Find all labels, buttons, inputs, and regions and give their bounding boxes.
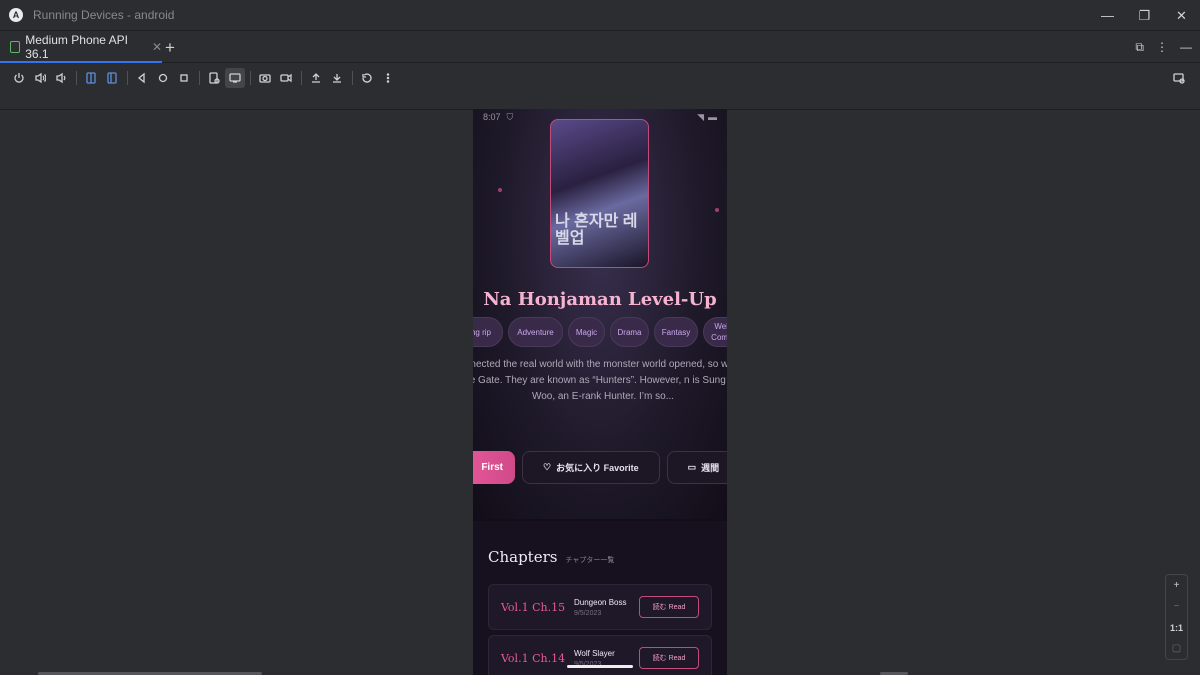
back-icon[interactable]	[132, 68, 152, 88]
weekly-button[interactable]: ▭ 週間	[666, 451, 727, 484]
chapter-date: 9/5/2023	[574, 609, 602, 617]
wifi-icon: ◥	[697, 111, 704, 122]
reset-icon[interactable]	[357, 68, 377, 88]
tab-label: Medium Phone API 36.1	[25, 32, 128, 61]
tab-medium-phone[interactable]: Medium Phone API 36.1 ✕	[0, 32, 162, 63]
chapters-section: Chapters チャプター一覧 Vol.1 Ch.15 Dungeon Bos…	[473, 521, 727, 675]
phone-device-icon	[10, 40, 21, 53]
volume-down-icon[interactable]	[51, 68, 71, 88]
device-toolbar	[0, 64, 1200, 91]
device-mirroring-icon[interactable]	[1169, 68, 1189, 88]
genre-chip[interactable]: Fantasy	[654, 317, 698, 347]
layout-icon[interactable]: ⧉	[1135, 40, 1144, 55]
title-bar: A Running Devices - android — ❐ ✕	[0, 0, 1200, 31]
genre-chip[interactable]: ng rip	[473, 317, 503, 347]
toolbar-divider	[301, 70, 302, 85]
decorative-dot	[498, 188, 502, 192]
read-first-button[interactable]: First	[473, 451, 515, 484]
hide-panel-icon[interactable]: —	[1180, 40, 1192, 55]
camera-icon[interactable]	[255, 68, 275, 88]
weekly-label: 週間	[701, 463, 720, 473]
android-studio-logo-icon: A	[9, 8, 23, 22]
zoom-in-button[interactable]: +	[1174, 580, 1180, 591]
more-icon[interactable]	[378, 68, 398, 88]
chapters-title: Chapters	[488, 548, 558, 566]
decorative-dot	[715, 208, 719, 212]
device-tab-bar: Medium Phone API 36.1 ✕ + ⧉ ⋮ —	[0, 32, 1200, 63]
window-title: Running Devices - android	[33, 8, 175, 22]
power-icon[interactable]	[9, 68, 29, 88]
chapter-name: Dungeon Boss	[574, 597, 627, 607]
volume-up-icon[interactable]	[30, 68, 50, 88]
action-buttons: First ♡ お気に入り Favorite ▭ 週間	[473, 451, 727, 484]
download-icon[interactable]	[327, 68, 347, 88]
chapter-number: Vol.1 Ch.14	[501, 651, 566, 665]
toolbar-divider	[127, 70, 128, 85]
minimize-button[interactable]: —	[1089, 0, 1126, 31]
shield-icon: ⛉	[506, 111, 514, 122]
overview-icon[interactable]	[174, 68, 194, 88]
zoom-out-button[interactable]: −	[1174, 601, 1180, 612]
manga-cover-image[interactable]: 나 혼자만 레벨업	[550, 119, 649, 268]
toolbar-divider	[199, 70, 200, 85]
genre-chip[interactable]: Adventure	[508, 317, 563, 347]
add-device-button[interactable]: +	[165, 38, 175, 58]
chapter-row[interactable]: Vol.1 Ch.15 Dungeon Boss 9/5/2023 読む Rea…	[488, 584, 712, 630]
device-settings-icon[interactable]	[204, 68, 224, 88]
cover-title-text: 나 혼자만 레벨업	[555, 213, 638, 247]
read-chapter-button[interactable]: 読む Read	[639, 647, 699, 669]
zoom-controls: + − 1:1 ▢	[1165, 574, 1188, 660]
chapter-name: Wolf Slayer	[574, 648, 615, 658]
fit-screen-icon[interactable]: ▢	[1172, 643, 1181, 654]
toolbar-divider	[76, 70, 77, 85]
read-chapter-button[interactable]: 読む Read	[639, 596, 699, 618]
status-time: 8:07	[483, 112, 501, 122]
genre-chip[interactable]: Drama	[610, 317, 649, 347]
chapter-row[interactable]: Vol.1 Ch.14 Wolf Slayer 9/5/2023 読む Read	[488, 635, 712, 675]
chapters-subtitle: チャプター一覧	[565, 557, 615, 564]
actual-size-button[interactable]: 1:1	[1170, 623, 1183, 633]
chapter-number: Vol.1 Ch.15	[501, 600, 566, 614]
mirror-input-icon[interactable]	[225, 67, 245, 88]
genre-chip[interactable]: Web Comic	[703, 317, 727, 347]
record-video-icon[interactable]	[276, 68, 296, 88]
phone-screen[interactable]: 8:07 ⛉ ◥ ▬ 나 혼자만 레벨업 Na Honjaman Level-U…	[473, 109, 727, 675]
more-options-icon[interactable]: ⋮	[1156, 40, 1168, 55]
toolbar-divider	[352, 70, 353, 85]
favorite-label: お気に入り Favorite	[556, 463, 639, 473]
calendar-icon: ▭	[687, 462, 697, 472]
rotate-left-icon[interactable]	[81, 68, 101, 88]
restore-button[interactable]: ❐	[1126, 0, 1163, 31]
manga-title: Na Honjaman Level-Up	[483, 289, 717, 310]
home-icon[interactable]	[153, 68, 173, 88]
close-button[interactable]: ✕	[1163, 0, 1200, 31]
gesture-home-indicator[interactable]	[567, 665, 633, 668]
upload-icon[interactable]	[306, 68, 326, 88]
favorite-button[interactable]: ♡ お気に入り Favorite	[522, 451, 660, 484]
heart-icon: ♡	[543, 462, 552, 472]
genre-list: ng rip Adventure Magic Drama Fantasy Web…	[473, 317, 727, 347]
tab-close-icon[interactable]: ✕	[152, 40, 162, 54]
manga-description: onnected the real world with the monster…	[473, 359, 727, 402]
toolbar-divider	[250, 70, 251, 85]
battery-icon: ▬	[708, 112, 717, 122]
genre-chip[interactable]: Magic	[568, 317, 605, 347]
rotate-right-icon[interactable]	[102, 68, 122, 88]
